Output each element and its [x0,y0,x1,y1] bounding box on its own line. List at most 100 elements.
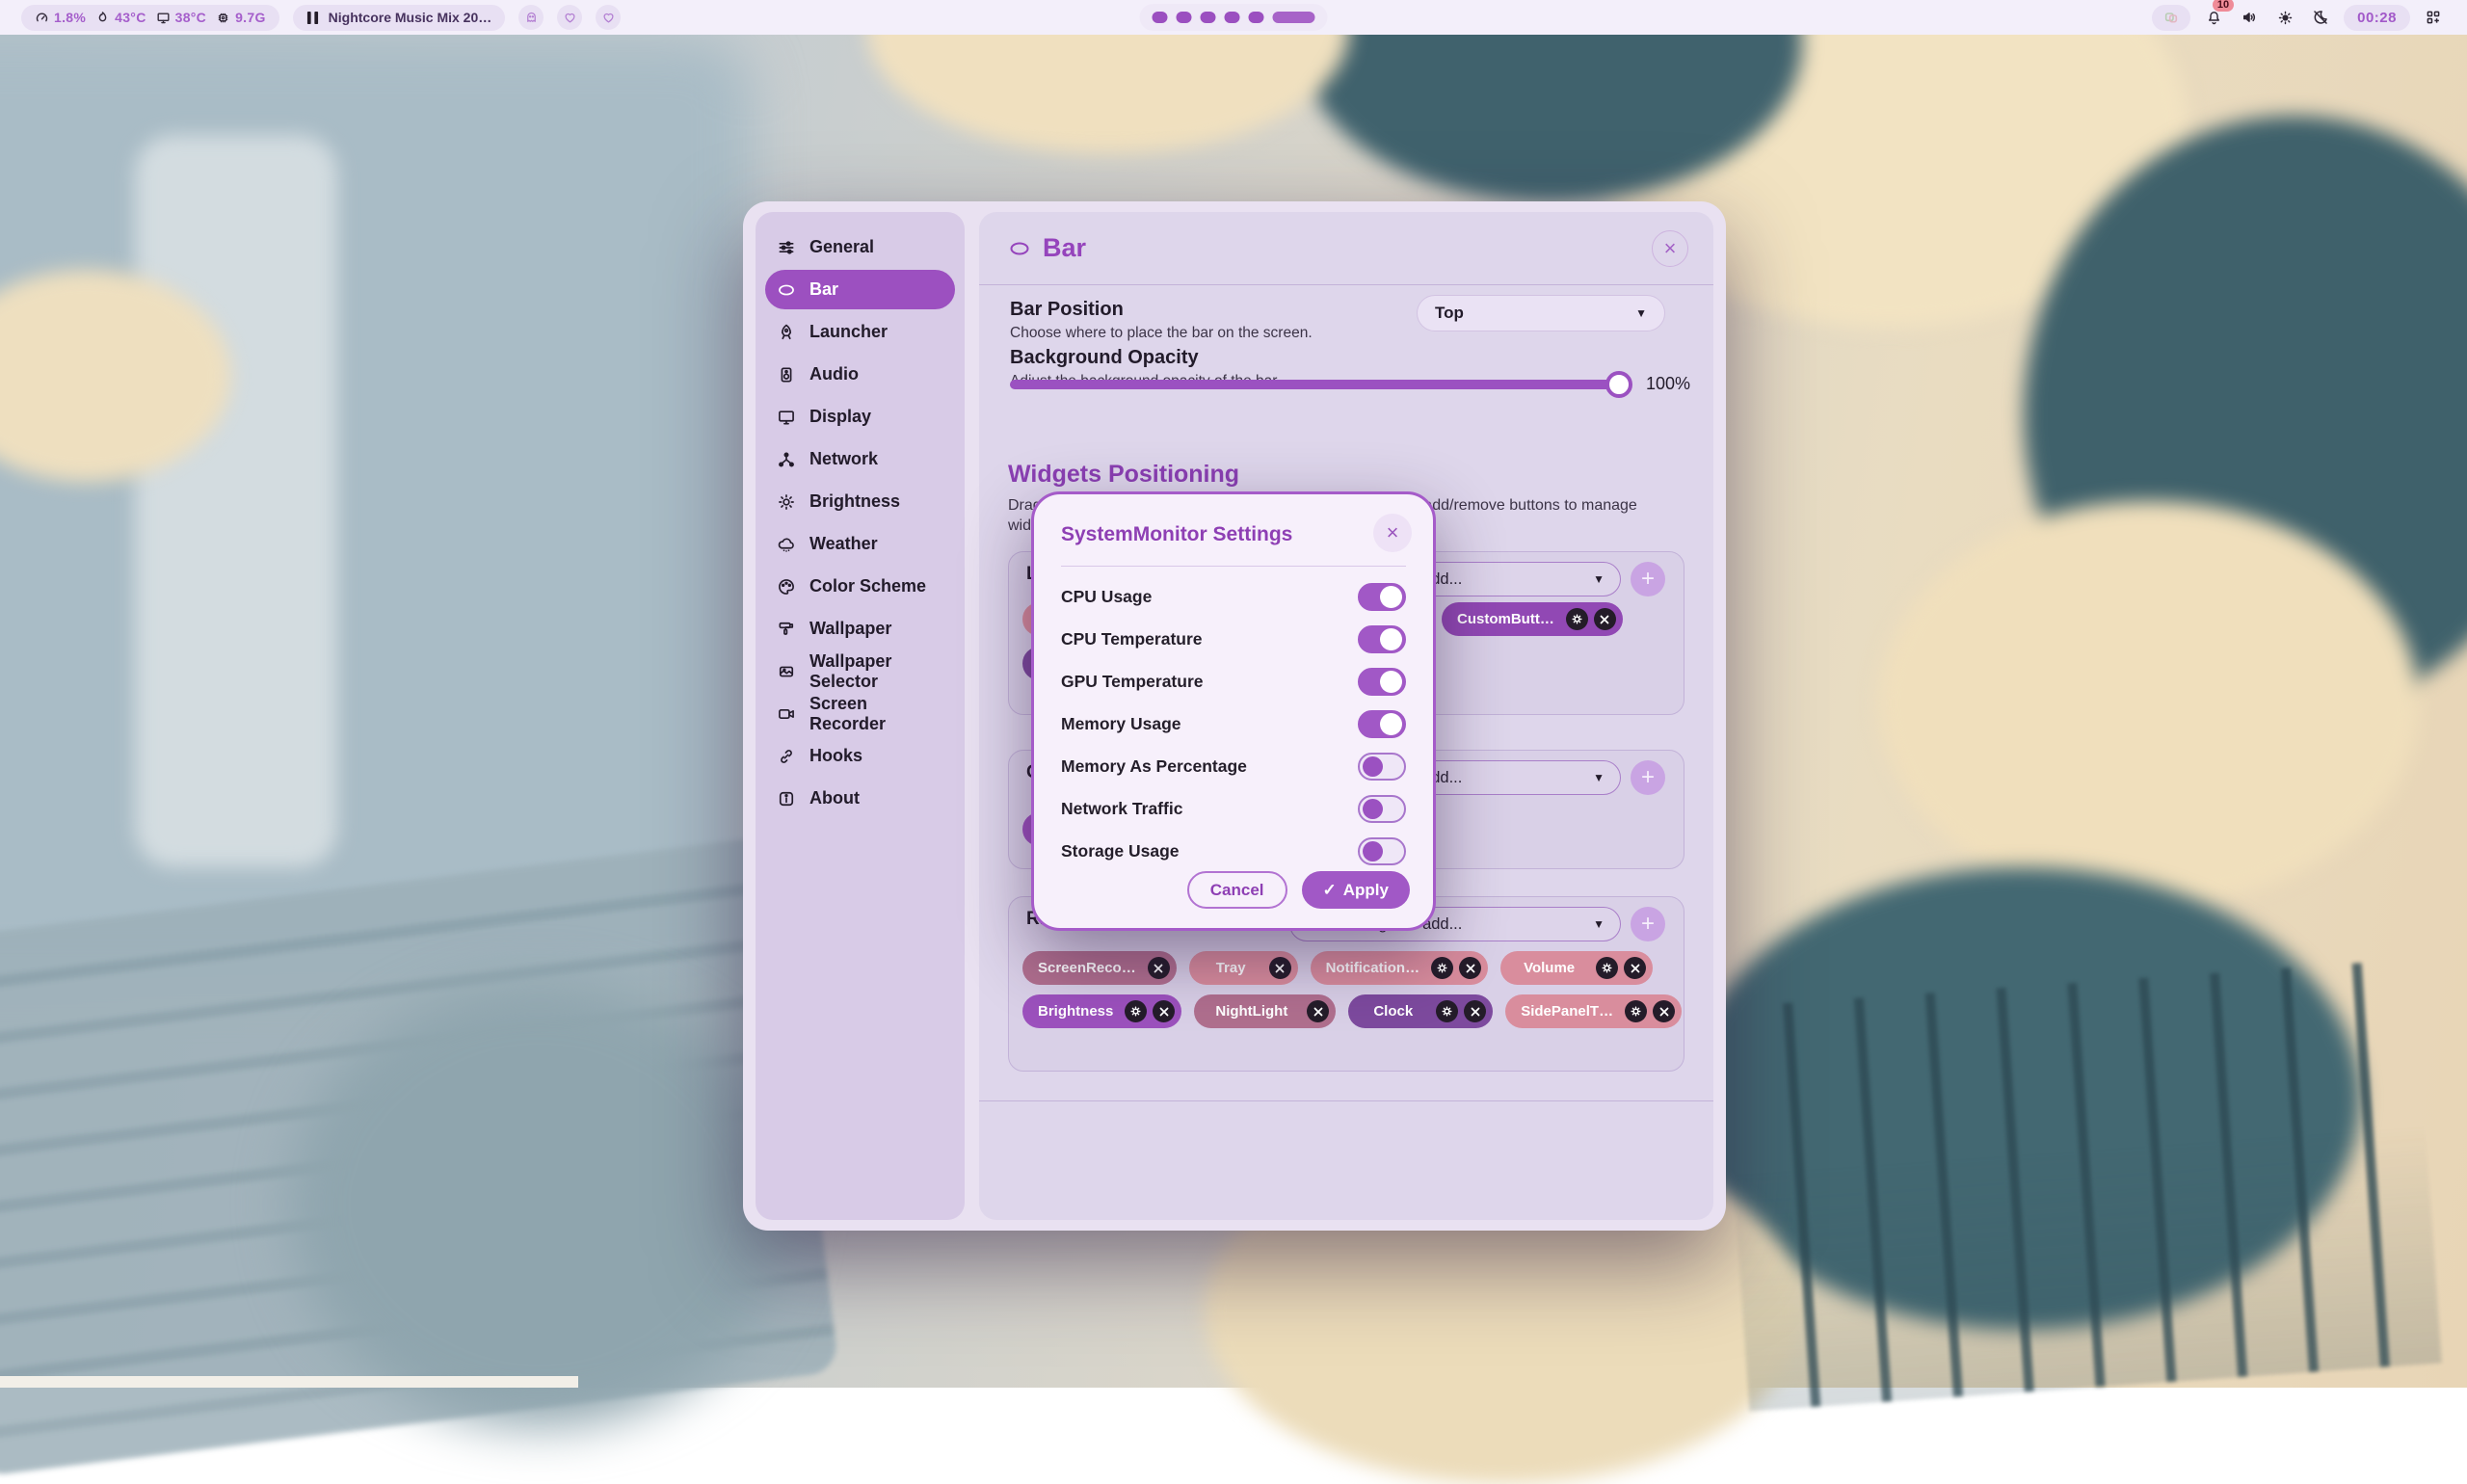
apply-button[interactable]: ✓ Apply [1302,871,1410,909]
sidebar-item-weather[interactable]: Weather [765,524,955,564]
widget-chip-volume[interactable]: Volume [1500,951,1653,985]
media-title: Nightcore Music Mix 20… [329,10,492,25]
gpu-temperature-toggle[interactable] [1358,668,1406,696]
section-center-add-button[interactable]: + [1631,760,1665,795]
chip-label: NightLight [1215,1003,1287,1020]
volume-button[interactable] [2237,5,2262,30]
sidebar-item-wallpaper[interactable]: Wallpaper [765,609,955,649]
sidebar-item-bar[interactable]: Bar [765,270,955,309]
chip-remove-button[interactable] [1464,1000,1486,1022]
toggle-knob [1380,628,1402,650]
section-left-add-button[interactable]: + [1631,562,1665,596]
sidebar-item-about[interactable]: About [765,779,955,818]
ghost-button[interactable] [518,5,544,30]
chip-settings-button[interactable] [1436,1000,1458,1022]
toggle-label: Storage Usage [1061,841,1180,861]
heart-button[interactable] [557,5,582,30]
wallpaper-step-edge [0,1376,578,1388]
dialog-divider [1061,566,1406,567]
rocket-icon [777,323,796,342]
system-monitor-widget[interactable]: 1.8% 43°C 38°C 9.7G [21,5,279,31]
sidebar-item-display[interactable]: Display [765,397,955,437]
workspace-dot-3[interactable] [1201,12,1216,23]
cancel-button[interactable]: Cancel [1187,871,1287,909]
media-player-widget[interactable]: Nightcore Music Mix 20… [293,5,506,31]
sidebar-item-audio[interactable]: Audio [765,355,955,394]
widget-chip-sidepaneltoggle[interactable]: SidePanelT… [1505,994,1682,1028]
sidebar-item-brightness[interactable]: Brightness [765,482,955,521]
widgets-positioning-title: Widgets Positioning [1008,461,1239,489]
chip-remove-button[interactable] [1624,957,1646,979]
memory-as-percentage-toggle[interactable] [1358,753,1406,781]
sidebar-item-color-scheme[interactable]: Color Scheme [765,567,955,606]
sun-icon [2277,10,2294,26]
network-traffic-toggle[interactable] [1358,795,1406,823]
chip-remove-button[interactable] [1153,1000,1175,1022]
dialog-close-button[interactable]: × [1373,514,1412,552]
bar-oval-icon [1008,237,1031,260]
clock-widget[interactable]: 00:28 [2344,5,2410,31]
chip-remove-button[interactable] [1269,957,1291,979]
background-opacity-slider[interactable] [1010,380,1629,389]
tray-widget[interactable] [2152,5,2190,31]
workspace-dot-5[interactable] [1249,12,1264,23]
notification-badge: 10 [2213,0,2234,12]
chevron-down-icon: ▼ [1593,917,1605,931]
widget-chip-notifications[interactable]: Notification… [1311,951,1489,985]
widget-chip-nightlight[interactable]: NightLight [1194,994,1336,1028]
dashboard-button[interactable] [2421,5,2446,30]
background-opacity-value: 100% [1646,374,1690,394]
sidebar-label: Audio [809,364,859,384]
slider-handle[interactable] [1605,371,1632,398]
section-right-add-button[interactable]: + [1631,907,1665,941]
close-icon [1471,1007,1480,1017]
chip-remove-button[interactable] [1459,957,1481,979]
toggle-label: Network Traffic [1061,799,1182,819]
chip-settings-button[interactable] [1431,957,1453,979]
gear-icon [1630,1005,1642,1018]
brightness-button[interactable] [2272,5,2297,30]
bar-position-dropdown[interactable]: Top ▼ [1417,295,1665,331]
storage-usage-toggle[interactable] [1358,837,1406,865]
close-icon [1313,1007,1323,1017]
toggle-label: CPU Usage [1061,587,1152,607]
sidebar-item-screen-recorder[interactable]: Screen Recorder [765,694,955,733]
chip-label: SidePanelT… [1521,1003,1613,1020]
workspace-dot-4[interactable] [1225,12,1240,23]
night-light-button[interactable] [2308,5,2333,30]
close-icon [1631,964,1640,973]
widget-chip-screenrecorder[interactable]: ScreenReco… [1022,951,1177,985]
chip-settings-button[interactable] [1625,1000,1647,1022]
sidebar-label: Network [809,449,878,469]
workspace-dot-active[interactable] [1273,12,1315,23]
sidebar-item-hooks[interactable]: Hooks [765,736,955,776]
widget-chip-custombutton[interactable]: CustomButt… [1442,602,1623,636]
sidebar-item-network[interactable]: Network [765,439,955,479]
notifications-button[interactable]: 10 [2201,5,2226,30]
cpu-usage-toggle[interactable] [1358,583,1406,611]
chip-remove-button[interactable] [1148,957,1170,979]
sidebar-label: Hooks [809,746,862,766]
widget-chip-brightness[interactable]: Brightness [1022,994,1181,1028]
memory-usage-toggle[interactable] [1358,710,1406,738]
chip-remove-button[interactable] [1653,1000,1675,1022]
sidebar-item-launcher[interactable]: Launcher [765,312,955,352]
chip-row: Brightness NightLight Clock SidePanelT… [1022,994,1670,1028]
widget-chip-tray[interactable]: Tray [1189,951,1298,985]
workspace-dot-1[interactable] [1153,12,1168,23]
chip-settings-button[interactable] [1566,608,1588,630]
sidebar-item-wallpaper-selector[interactable]: Wallpaper Selector [765,651,955,691]
cpu-temperature-toggle[interactable] [1358,625,1406,653]
toggle-row-memory-as-percentage: Memory As Percentage [1061,745,1406,787]
gear-icon [1436,962,1448,974]
sidebar-item-general[interactable]: General [765,227,955,267]
widget-chip-clock[interactable]: Clock [1348,994,1493,1028]
heart-button-2[interactable] [596,5,621,30]
chip-settings-button[interactable] [1125,1000,1147,1022]
chip-settings-button[interactable] [1596,957,1618,979]
wallpaper-shadow [289,983,790,1426]
chip-remove-button[interactable] [1307,1000,1329,1022]
chip-remove-button[interactable] [1594,608,1616,630]
workspace-dot-2[interactable] [1177,12,1192,23]
window-close-button[interactable]: × [1652,230,1688,267]
